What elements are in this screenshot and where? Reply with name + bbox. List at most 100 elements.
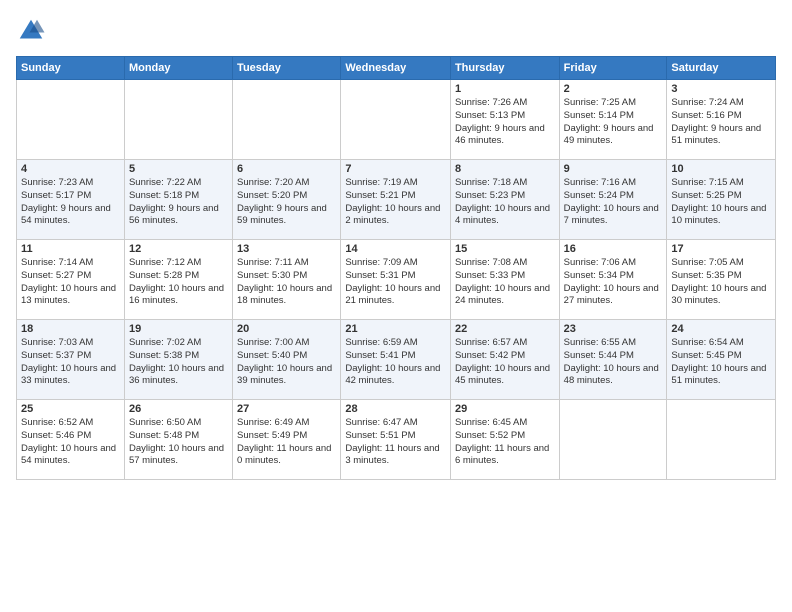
calendar-week-row: 25 Sunrise: 6:52 AMSunset: 5:46 PMDayligh… — [17, 400, 776, 480]
day-info: Sunrise: 7:09 AMSunset: 5:31 PMDaylight:… — [345, 257, 446, 308]
day-number: 14 — [345, 243, 446, 255]
calendar-cell: 19 Sunrise: 7:02 AMSunset: 5:38 PMDayligh… — [124, 320, 232, 400]
day-number: 5 — [129, 163, 228, 175]
day-number: 24 — [671, 323, 771, 335]
calendar-cell: 24 Sunrise: 6:54 AMSunset: 5:45 PMDayligh… — [667, 320, 776, 400]
day-number: 28 — [345, 403, 446, 415]
day-info: Sunrise: 7:14 AMSunset: 5:27 PMDaylight:… — [21, 257, 120, 308]
day-info: Sunrise: 7:05 AMSunset: 5:35 PMDaylight:… — [671, 257, 771, 308]
calendar-cell: 1 Sunrise: 7:26 AMSunset: 5:13 PMDaylight… — [450, 80, 559, 160]
calendar-cell: 5 Sunrise: 7:22 AMSunset: 5:18 PMDaylight… — [124, 160, 232, 240]
day-info: Sunrise: 6:55 AMSunset: 5:44 PMDaylight:… — [564, 337, 663, 388]
calendar-cell — [17, 80, 125, 160]
day-number: 11 — [21, 243, 120, 255]
calendar-cell: 26Sunrise: 6:50 AMSunset: 5:48 PMDayligh… — [124, 400, 232, 480]
day-info: Sunrise: 7:19 AMSunset: 5:21 PMDaylight:… — [345, 177, 446, 228]
day-info: Sunrise: 6:47 AMSunset: 5:51 PMDaylight:… — [345, 417, 446, 468]
calendar-week-row: 4Sunrise: 7:23 AMSunset: 5:17 PMDaylight… — [17, 160, 776, 240]
calendar-cell: 13 Sunrise: 7:11 AMSunset: 5:30 PMDayligh… — [233, 240, 341, 320]
day-number: 3 — [671, 83, 771, 95]
day-number: 15 — [455, 243, 555, 255]
calendar-cell: 6 Sunrise: 7:20 AMSunset: 5:20 PMDaylight… — [233, 160, 341, 240]
calendar-cell: 27 Sunrise: 6:49 AMSunset: 5:49 PMDayligh… — [233, 400, 341, 480]
day-info: Sunrise: 7:12 AMSunset: 5:28 PMDaylight:… — [129, 257, 228, 308]
day-number: 9 — [564, 163, 663, 175]
calendar-cell: 3 Sunrise: 7:24 AMSunset: 5:16 PMDaylight… — [667, 80, 776, 160]
day-number: 12 — [129, 243, 228, 255]
day-info: Sunrise: 7:16 AMSunset: 5:24 PMDaylight:… — [564, 177, 663, 228]
day-info: Sunrise: 7:11 AMSunset: 5:30 PMDaylight:… — [237, 257, 336, 308]
day-number: 19 — [129, 323, 228, 335]
day-number: 26 — [129, 403, 228, 415]
header — [16, 16, 776, 46]
calendar-cell — [124, 80, 232, 160]
day-info: Sunrise: 7:22 AMSunset: 5:18 PMDaylight:… — [129, 177, 228, 228]
logo — [16, 16, 50, 46]
day-info: Sunrise: 6:57 AMSunset: 5:42 PMDaylight:… — [455, 337, 555, 388]
day-info: Sunrise: 6:54 AMSunset: 5:45 PMDaylight:… — [671, 337, 771, 388]
day-info: Sunrise: 6:49 AMSunset: 5:49 PMDaylight:… — [237, 417, 336, 468]
day-info: Sunrise: 7:03 AMSunset: 5:37 PMDaylight:… — [21, 337, 120, 388]
calendar-cell — [341, 80, 451, 160]
day-number: 6 — [237, 163, 336, 175]
calendar-cell: 16 Sunrise: 7:06 AMSunset: 5:34 PMDayligh… — [559, 240, 667, 320]
logo-icon — [16, 16, 46, 46]
calendar-week-row: 18 Sunrise: 7:03 AMSunset: 5:37 PMDayligh… — [17, 320, 776, 400]
day-number: 29 — [455, 403, 555, 415]
calendar-cell: 21 Sunrise: 6:59 AMSunset: 5:41 PMDayligh… — [341, 320, 451, 400]
weekday-header-monday: Monday — [124, 57, 232, 80]
day-number: 1 — [455, 83, 555, 95]
calendar-week-row: 1 Sunrise: 7:26 AMSunset: 5:13 PMDaylight… — [17, 80, 776, 160]
day-info: Sunrise: 7:02 AMSunset: 5:38 PMDaylight:… — [129, 337, 228, 388]
day-number: 25 — [21, 403, 120, 415]
weekday-header-wednesday: Wednesday — [341, 57, 451, 80]
weekday-header-thursday: Thursday — [450, 57, 559, 80]
day-info: Sunrise: 6:45 AMSunset: 5:52 PMDaylight:… — [455, 417, 555, 468]
day-number: 16 — [564, 243, 663, 255]
calendar-cell: 29 Sunrise: 6:45 AMSunset: 5:52 PMDayligh… — [450, 400, 559, 480]
day-number: 20 — [237, 323, 336, 335]
day-number: 13 — [237, 243, 336, 255]
weekday-header-sunday: Sunday — [17, 57, 125, 80]
day-info: Sunrise: 7:26 AMSunset: 5:13 PMDaylight:… — [455, 97, 555, 148]
day-info: Sunrise: 6:52 AMSunset: 5:46 PMDaylight:… — [21, 417, 120, 468]
calendar-cell: 11 Sunrise: 7:14 AMSunset: 5:27 PMDayligh… — [17, 240, 125, 320]
day-info: Sunrise: 7:18 AMSunset: 5:23 PMDaylight:… — [455, 177, 555, 228]
day-info: Sunrise: 7:20 AMSunset: 5:20 PMDaylight:… — [237, 177, 336, 228]
calendar-cell: 23 Sunrise: 6:55 AMSunset: 5:44 PMDayligh… — [559, 320, 667, 400]
day-info: Sunrise: 7:06 AMSunset: 5:34 PMDaylight:… — [564, 257, 663, 308]
weekday-header-friday: Friday — [559, 57, 667, 80]
day-info: Sunrise: 7:00 AMSunset: 5:40 PMDaylight:… — [237, 337, 336, 388]
calendar-body: 1 Sunrise: 7:26 AMSunset: 5:13 PMDaylight… — [17, 80, 776, 480]
calendar-cell: 2 Sunrise: 7:25 AMSunset: 5:14 PMDaylight… — [559, 80, 667, 160]
day-info: Sunrise: 7:24 AMSunset: 5:16 PMDaylight:… — [671, 97, 771, 148]
day-number: 23 — [564, 323, 663, 335]
weekday-header-saturday: Saturday — [667, 57, 776, 80]
calendar-cell: 8Sunrise: 7:18 AMSunset: 5:23 PMDaylight… — [450, 160, 559, 240]
weekday-header-tuesday: Tuesday — [233, 57, 341, 80]
day-info: Sunrise: 6:59 AMSunset: 5:41 PMDaylight:… — [345, 337, 446, 388]
day-number: 10 — [671, 163, 771, 175]
day-number: 27 — [237, 403, 336, 415]
calendar-cell: 4Sunrise: 7:23 AMSunset: 5:17 PMDaylight… — [17, 160, 125, 240]
calendar-cell: 25 Sunrise: 6:52 AMSunset: 5:46 PMDayligh… — [17, 400, 125, 480]
calendar-cell: 17 Sunrise: 7:05 AMSunset: 5:35 PMDayligh… — [667, 240, 776, 320]
calendar-cell — [233, 80, 341, 160]
day-number: 2 — [564, 83, 663, 95]
calendar-week-row: 11 Sunrise: 7:14 AMSunset: 5:27 PMDayligh… — [17, 240, 776, 320]
calendar-cell: 10 Sunrise: 7:15 AMSunset: 5:25 PMDayligh… — [667, 160, 776, 240]
calendar-cell — [667, 400, 776, 480]
calendar-cell — [559, 400, 667, 480]
calendar-cell: 14 Sunrise: 7:09 AMSunset: 5:31 PMDayligh… — [341, 240, 451, 320]
calendar-cell: 7 Sunrise: 7:19 AMSunset: 5:21 PMDaylight… — [341, 160, 451, 240]
calendar-cell: 12 Sunrise: 7:12 AMSunset: 5:28 PMDayligh… — [124, 240, 232, 320]
day-number: 17 — [671, 243, 771, 255]
day-number: 7 — [345, 163, 446, 175]
weekday-header-row: SundayMondayTuesdayWednesdayThursdayFrid… — [17, 57, 776, 80]
day-number: 21 — [345, 323, 446, 335]
calendar-cell: 20 Sunrise: 7:00 AMSunset: 5:40 PMDayligh… — [233, 320, 341, 400]
day-info: Sunrise: 7:25 AMSunset: 5:14 PMDaylight:… — [564, 97, 663, 148]
day-number: 18 — [21, 323, 120, 335]
day-info: Sunrise: 7:15 AMSunset: 5:25 PMDaylight:… — [671, 177, 771, 228]
calendar-cell: 9 Sunrise: 7:16 AMSunset: 5:24 PMDaylight… — [559, 160, 667, 240]
